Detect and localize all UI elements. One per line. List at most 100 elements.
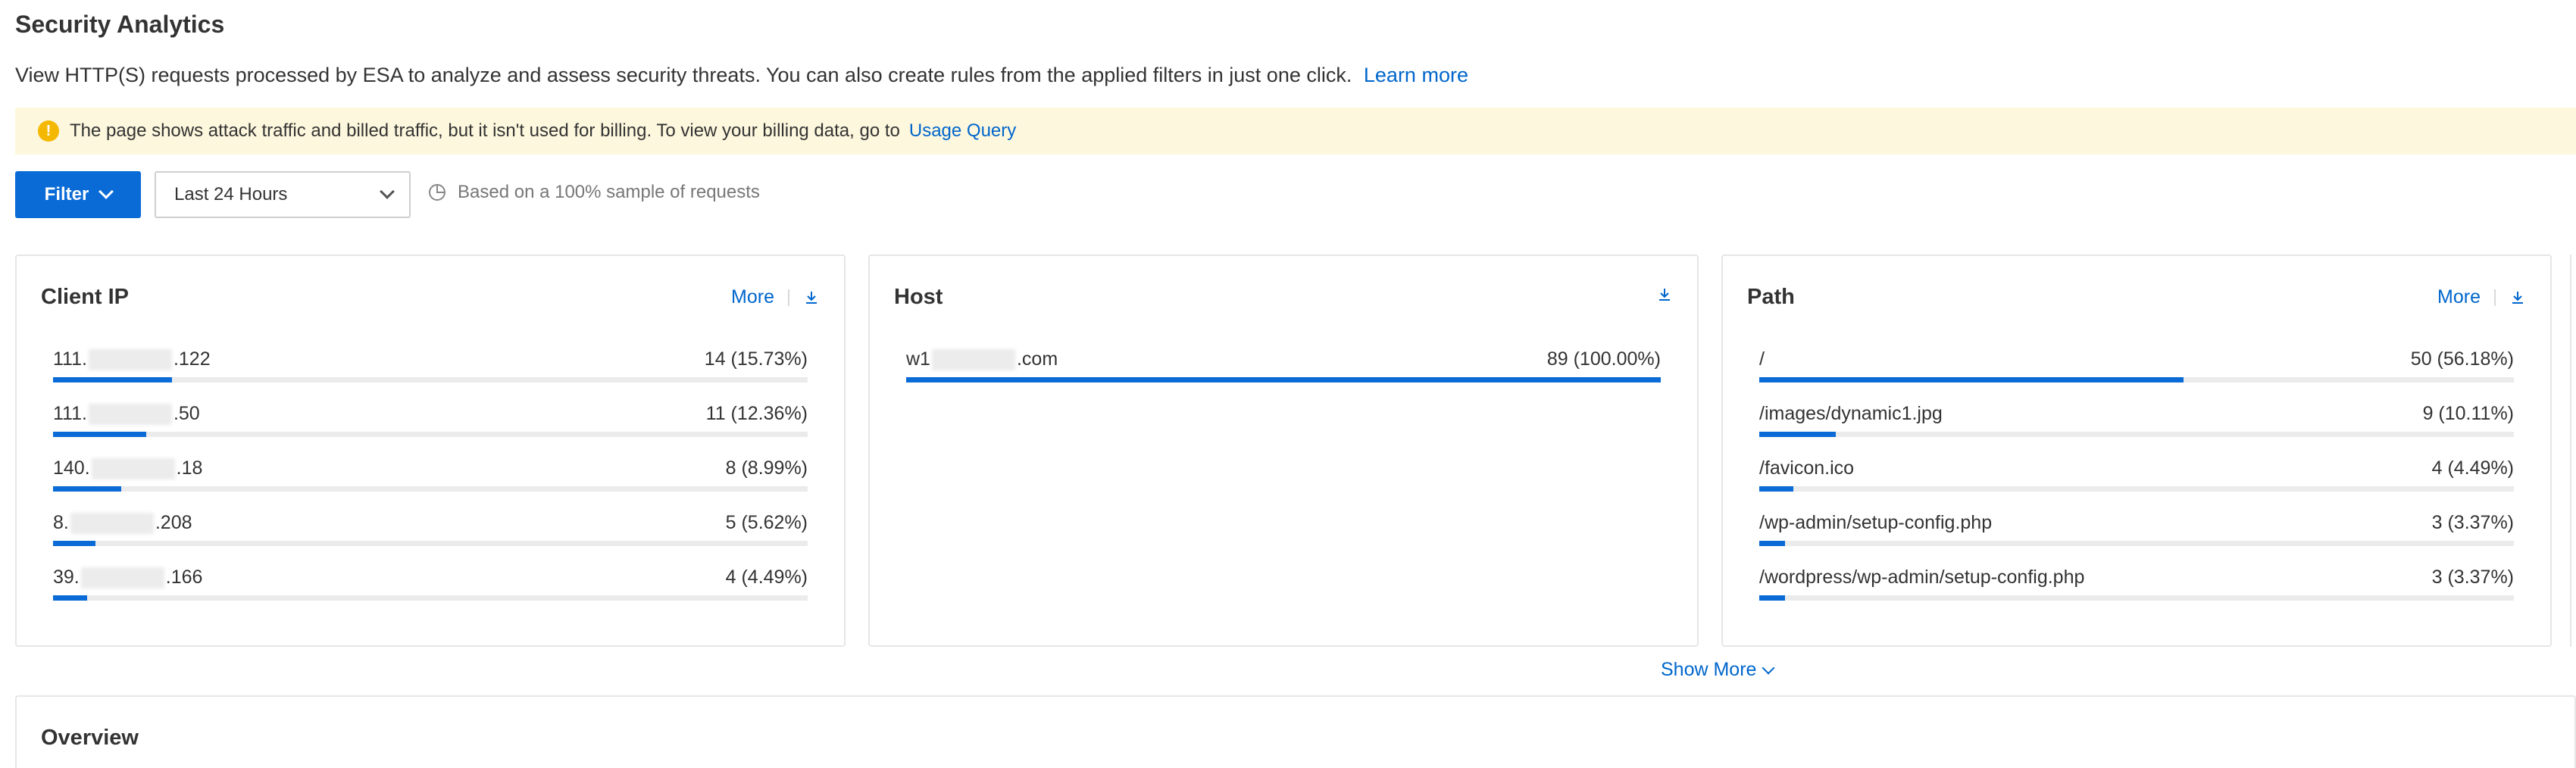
chevron-down-icon xyxy=(1762,661,1775,674)
item-label: w1 .com xyxy=(906,348,1058,371)
list-item[interactable]: / 50 (56.18%) xyxy=(1759,348,2514,403)
item-label: 111. .50 xyxy=(53,403,200,426)
client-ip-card: Client IP More 111. .122 14 (15.73%) 111. .5… xyxy=(15,254,846,647)
item-value: 4 (4.49%) xyxy=(2431,457,2514,479)
item-label: /wp-admin/setup-config.php xyxy=(1759,512,1993,533)
intro-text: View HTTP(S) requests processed by ESA t… xyxy=(15,64,1468,87)
progress-track xyxy=(53,541,808,546)
progress-fill xyxy=(1759,432,1836,437)
progress-fill xyxy=(1759,377,2184,382)
progress-track xyxy=(1759,541,2514,546)
progress-fill xyxy=(53,377,172,382)
sample-note: Based on a 100% sample of requests xyxy=(427,182,760,203)
host-card: Host w1 .com 89 (100.00%) xyxy=(868,254,1699,647)
item-label-suffix: .com xyxy=(1016,348,1058,370)
download-icon[interactable] xyxy=(1656,286,1673,303)
item-label: 39. .166 xyxy=(53,567,203,589)
item-label-suffix: .50 xyxy=(173,403,200,424)
show-more-button[interactable]: Show More xyxy=(1661,659,1775,681)
progress-track xyxy=(1759,432,2514,437)
item-label: 140. .18 xyxy=(53,457,203,480)
path-list: / 50 (56.18%) /images/dynamic1.jpg 9 (10.11… xyxy=(1759,348,2514,621)
client-ip-list: 111. .122 14 (15.73%) 111. .50 11 (12.36%) 140… xyxy=(53,348,808,621)
redacted-mask xyxy=(70,513,154,535)
notice-text: The page shows attack traffic and billed… xyxy=(70,120,900,141)
card-title: Client IP xyxy=(41,285,130,309)
progress-fill xyxy=(1759,486,1793,492)
item-label-prefix: 8. xyxy=(53,512,69,533)
progress-track xyxy=(1759,377,2514,382)
download-icon[interactable] xyxy=(803,289,820,306)
item-label: /favicon.ico xyxy=(1759,457,1855,479)
progress-track xyxy=(1759,486,2514,492)
progress-fill xyxy=(53,541,95,546)
progress-fill xyxy=(53,432,147,437)
redacted-mask xyxy=(88,349,172,371)
progress-track xyxy=(53,377,808,382)
card-actions xyxy=(1656,286,1673,303)
item-label-prefix: 39. xyxy=(53,567,80,588)
card-actions: More xyxy=(2437,286,2526,308)
item-label: 111. .122 xyxy=(53,348,211,371)
show-more-label: Show More xyxy=(1661,659,1757,680)
list-item[interactable]: /images/dynamic1.jpg 9 (10.11%) xyxy=(1759,403,2514,457)
item-label-suffix: .122 xyxy=(173,348,211,370)
item-label: 8. .208 xyxy=(53,512,192,535)
sample-note-text: Based on a 100% sample of requests xyxy=(458,182,760,202)
warning-icon: ! xyxy=(38,120,59,142)
item-value: 3 (3.37%) xyxy=(2431,512,2514,533)
divider xyxy=(788,289,789,306)
chevron-down-icon xyxy=(380,184,395,199)
list-item[interactable]: 8. .208 5 (5.62%) xyxy=(53,512,808,567)
item-label: /images/dynamic1.jpg xyxy=(1759,403,1943,424)
filter-button[interactable]: Filter xyxy=(15,171,141,218)
progress-track xyxy=(53,432,808,437)
progress-track xyxy=(53,595,808,601)
pie-clock-icon xyxy=(429,184,445,201)
time-range-value: Last 24 Hours xyxy=(174,184,288,204)
overview-title: Overview xyxy=(41,726,139,750)
list-item[interactable]: /wordpress/wp-admin/setup-config.php 3 (3… xyxy=(1759,567,2514,621)
item-label-suffix: .166 xyxy=(165,567,203,588)
card-title: Path xyxy=(1747,285,1795,309)
list-item[interactable]: 140. .18 8 (8.99%) xyxy=(53,457,808,512)
redacted-mask xyxy=(88,404,172,426)
item-value: 11 (12.36%) xyxy=(705,403,808,424)
list-item[interactable]: w1 .com 89 (100.00%) xyxy=(906,348,1661,403)
item-label-suffix: .208 xyxy=(155,512,192,533)
list-item[interactable]: /wp-admin/setup-config.php 3 (3.37%) xyxy=(1759,512,2514,567)
host-list: w1 .com 89 (100.00%) xyxy=(906,348,1661,403)
item-value: 9 (10.11%) xyxy=(2422,403,2514,424)
list-item[interactable]: 39. .166 4 (4.49%) xyxy=(53,567,808,621)
card-actions: More xyxy=(731,286,820,308)
card-title: Host xyxy=(894,285,943,309)
divider xyxy=(2494,289,2496,306)
list-item[interactable]: 111. .50 11 (12.36%) xyxy=(53,403,808,457)
overview-section: Overview xyxy=(15,695,2576,768)
next-card-edge xyxy=(2570,254,2576,647)
filter-label: Filter xyxy=(44,184,89,204)
page-title: Security Analytics xyxy=(15,11,225,38)
item-value: 5 (5.62%) xyxy=(725,512,808,533)
time-range-select[interactable]: Last 24 Hours xyxy=(155,171,411,218)
item-value: 14 (15.73%) xyxy=(704,348,808,370)
progress-track xyxy=(906,377,1661,382)
list-item[interactable]: 111. .122 14 (15.73%) xyxy=(53,348,808,403)
download-icon[interactable] xyxy=(2509,289,2526,306)
item-label-prefix: 111. xyxy=(53,403,87,424)
more-link[interactable]: More xyxy=(731,286,774,308)
usage-query-link[interactable]: Usage Query xyxy=(909,120,1016,142)
more-link[interactable]: More xyxy=(2437,286,2481,308)
redacted-mask xyxy=(91,458,175,480)
item-value: 8 (8.99%) xyxy=(725,457,808,479)
progress-fill xyxy=(53,486,121,492)
item-label: / xyxy=(1759,348,1765,370)
item-value: 89 (100.00%) xyxy=(1546,348,1661,370)
progress-track xyxy=(53,486,808,492)
progress-fill xyxy=(1759,595,1785,601)
learn-more-link[interactable]: Learn more xyxy=(1364,64,1468,86)
list-item[interactable]: /favicon.ico 4 (4.49%) xyxy=(1759,457,2514,512)
item-label-suffix: .18 xyxy=(176,457,203,479)
progress-fill xyxy=(906,377,1661,382)
progress-track xyxy=(1759,595,2514,601)
